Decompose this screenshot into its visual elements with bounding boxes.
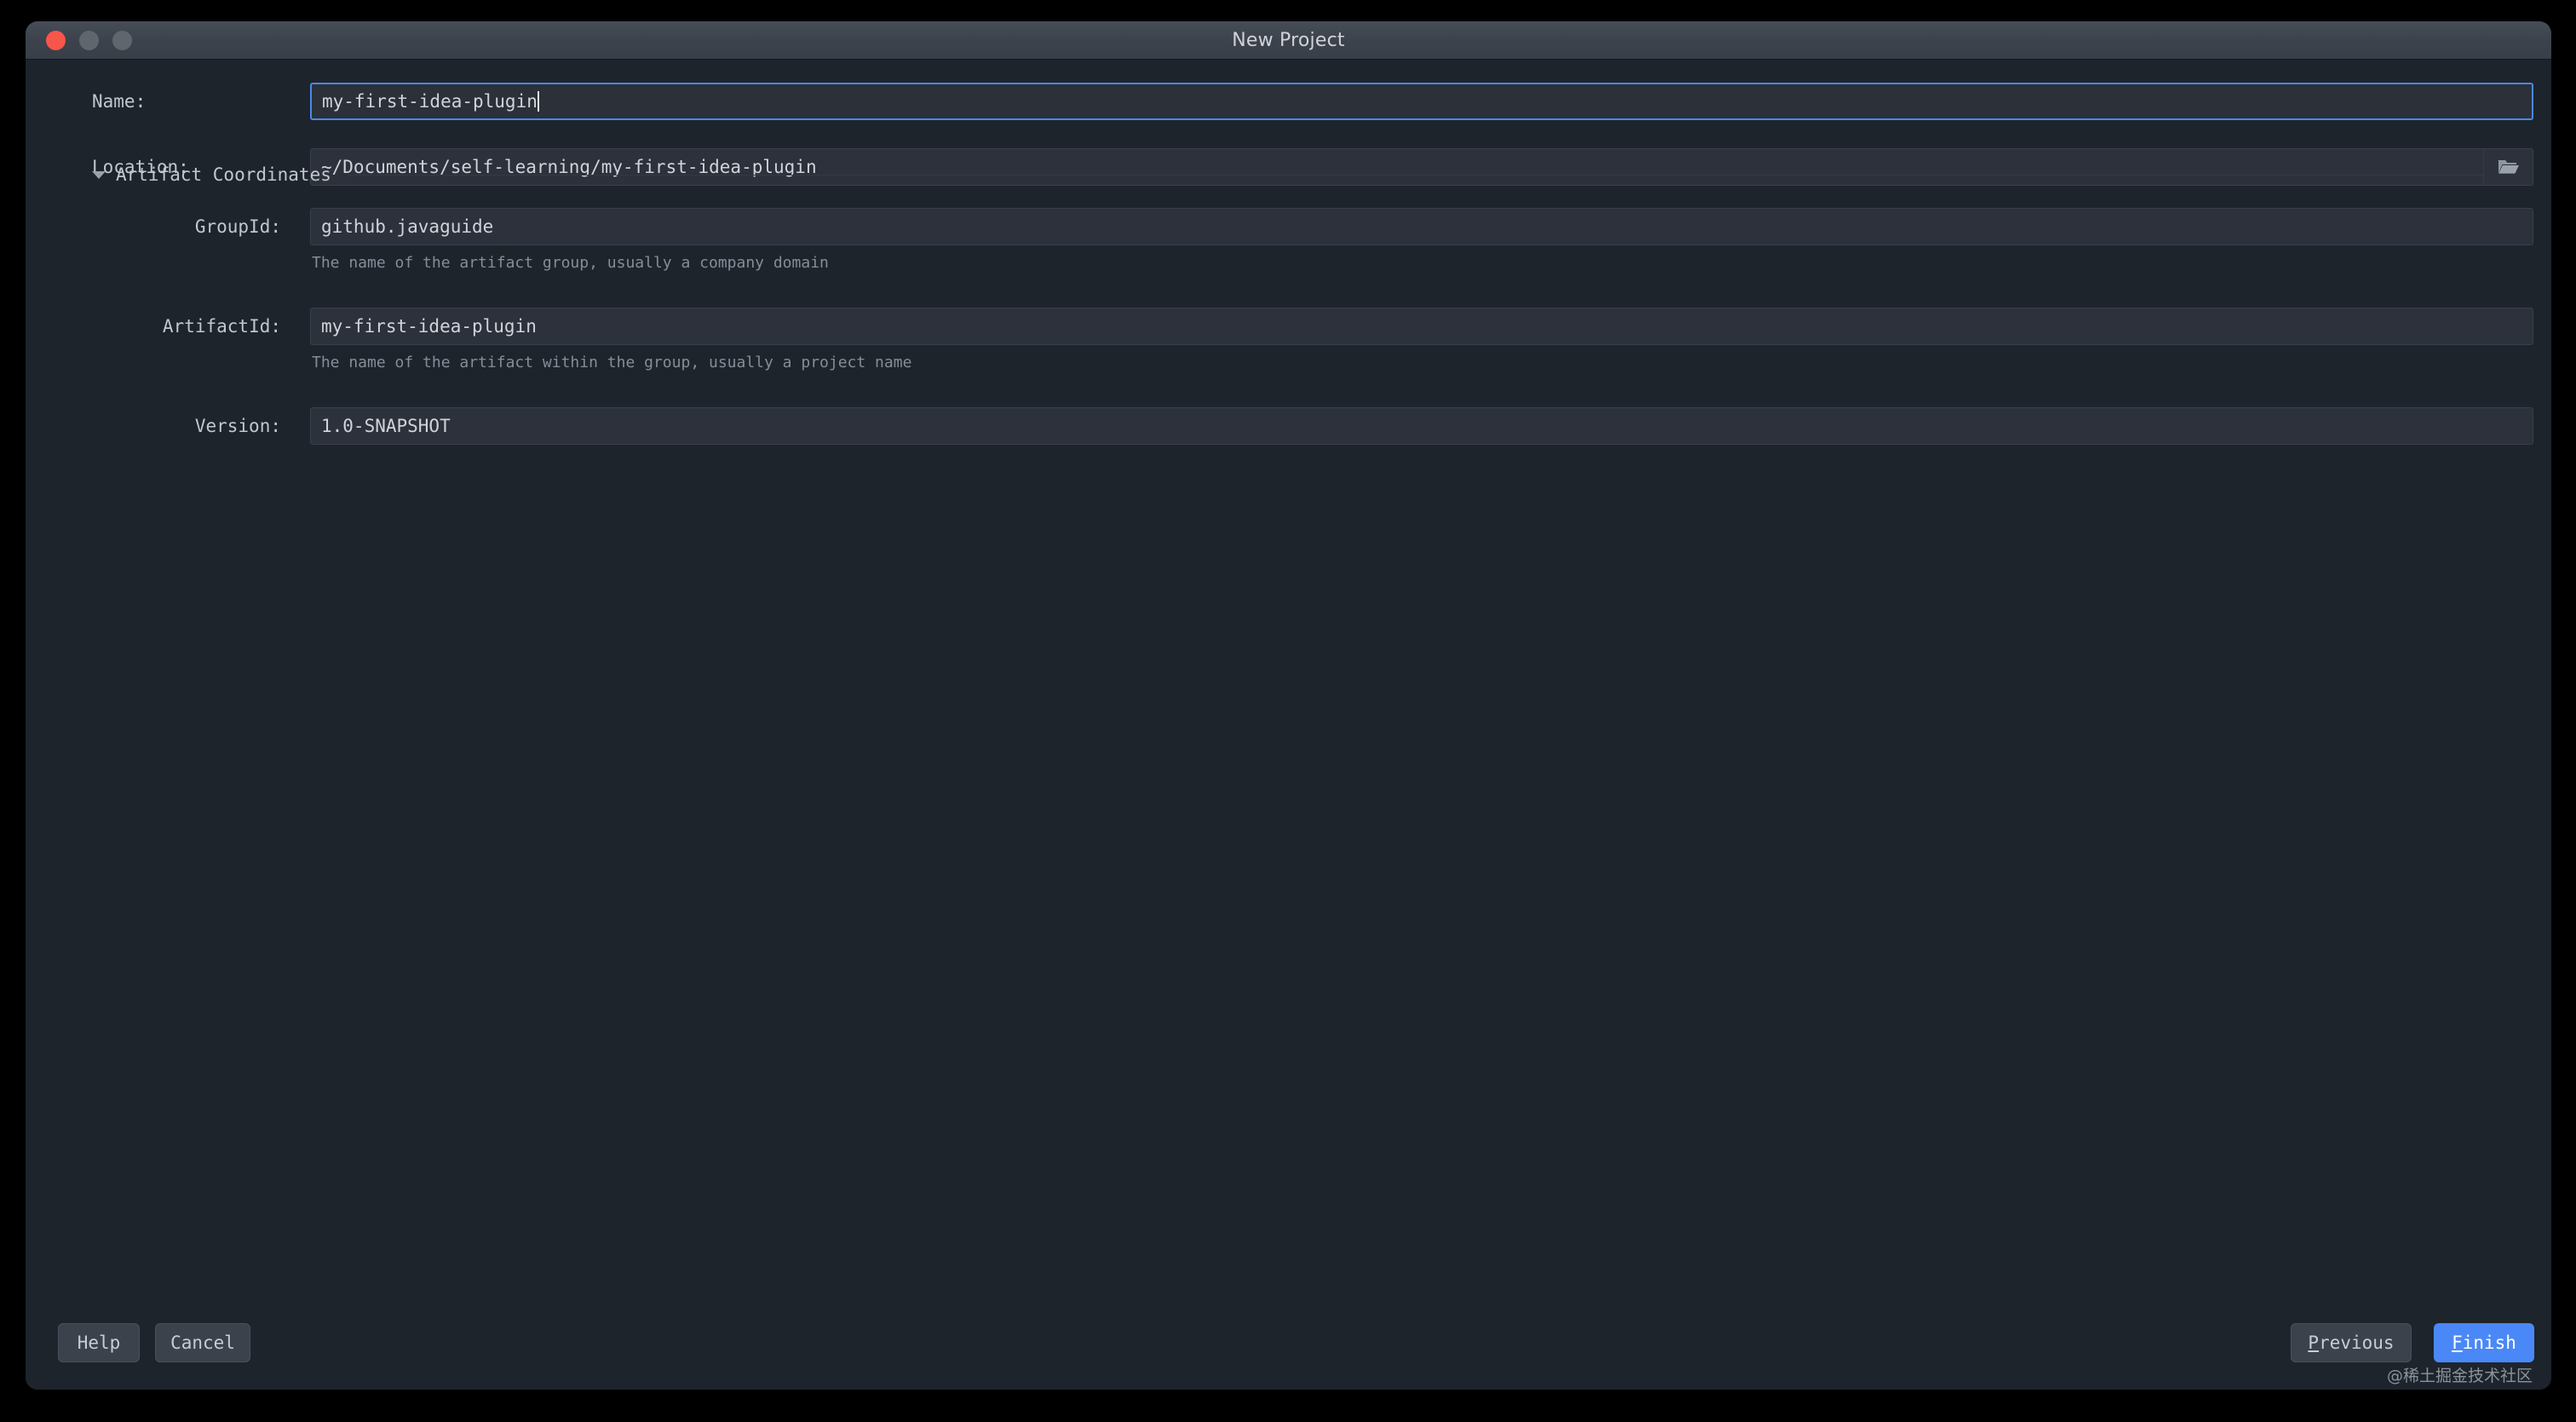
artifact-id-label: ArtifactId: — [162, 316, 281, 337]
artifact-coordinates-section-header[interactable]: Artifact Coordinates — [92, 162, 2483, 187]
name-label: Name: — [92, 91, 147, 112]
dialog-content: Name: my-first-idea-plugin Location: ~/D… — [26, 60, 2551, 1390]
artifact-id-input[interactable]: my-first-idea-plugin — [310, 308, 2533, 345]
window-traffic-lights — [46, 30, 132, 50]
previous-button-mnemonic: P — [2308, 1333, 2320, 1353]
folder-icon — [2498, 160, 2519, 174]
help-button-label: Help — [77, 1333, 121, 1353]
dialog-button-bar: Help Cancel Previous Finish @稀土掘金技术社区 — [26, 1296, 2551, 1390]
group-id-label: GroupId: — [194, 216, 281, 237]
new-project-dialog-window: New Project Name: my-first-idea-plugin L… — [26, 21, 2551, 1390]
version-label: Version: — [194, 416, 281, 436]
previous-button[interactable]: Previous — [2291, 1323, 2412, 1362]
group-id-hint: The name of the artifact group, usually … — [312, 254, 829, 272]
cancel-button-label: Cancel — [170, 1333, 235, 1353]
browse-location-button[interactable] — [2483, 150, 2532, 184]
minimize-window-button[interactable] — [79, 30, 99, 50]
finish-button-label: inish — [2462, 1333, 2516, 1353]
group-id-input-value: github.javaguide — [321, 216, 494, 237]
name-input[interactable]: my-first-idea-plugin — [310, 83, 2533, 120]
triangle-down-icon — [92, 170, 106, 179]
group-id-row: GroupId: github.javaguide — [26, 208, 2551, 245]
version-input[interactable]: 1.0-SNAPSHOT — [310, 407, 2533, 445]
artifact-coordinates-label: Artifact Coordinates — [116, 164, 331, 185]
artifact-id-hint: The name of the artifact within the grou… — [312, 354, 912, 371]
name-row: Name: my-first-idea-plugin — [26, 83, 2551, 120]
finish-button[interactable]: Finish — [2434, 1323, 2534, 1362]
artifact-id-row: ArtifactId: my-first-idea-plugin — [26, 308, 2551, 345]
watermark: @稀土掘金技术社区 — [2386, 1367, 2533, 1385]
help-button[interactable]: Help — [58, 1323, 140, 1362]
group-id-input[interactable]: github.javaguide — [310, 208, 2533, 245]
cancel-button[interactable]: Cancel — [155, 1323, 250, 1362]
text-caret — [537, 91, 539, 112]
window-title: New Project — [1232, 29, 1345, 51]
previous-button-label: revious — [2319, 1333, 2395, 1353]
version-input-value: 1.0-SNAPSHOT — [321, 416, 451, 436]
close-window-button[interactable] — [46, 30, 66, 50]
section-divider — [348, 174, 2483, 176]
finish-button-mnemonic: F — [2452, 1333, 2463, 1353]
version-row: Version: 1.0-SNAPSHOT — [26, 407, 2551, 445]
name-input-value: my-first-idea-plugin — [322, 91, 538, 112]
artifact-id-input-value: my-first-idea-plugin — [321, 316, 537, 337]
window-title-bar: New Project — [26, 21, 2551, 60]
maximize-window-button[interactable] — [112, 30, 132, 50]
